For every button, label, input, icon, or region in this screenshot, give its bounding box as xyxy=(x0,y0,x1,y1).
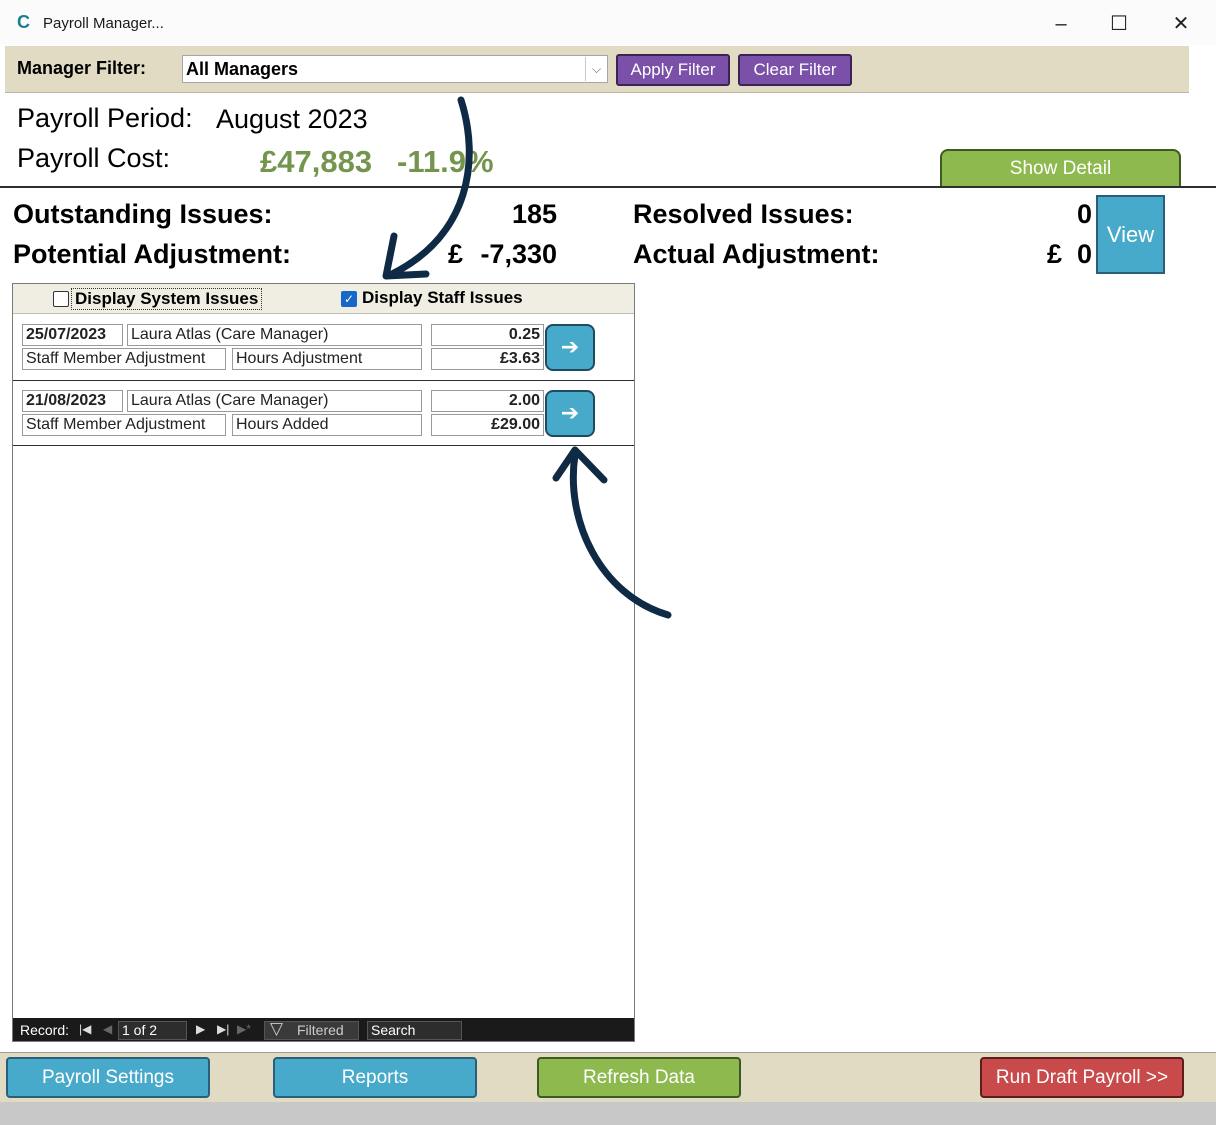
issue-person: Laura Atlas (Care Manager) xyxy=(127,390,422,412)
reports-button[interactable]: Reports xyxy=(273,1057,477,1098)
new-record-icon[interactable]: ▶* xyxy=(237,1022,251,1036)
display-staff-issues-label[interactable]: Display Staff Issues xyxy=(362,288,523,308)
record-position-input[interactable]: 1 of 2 xyxy=(118,1021,187,1040)
potential-adjustment-value: -7,330 xyxy=(480,239,557,269)
payroll-settings-button[interactable]: Payroll Settings xyxy=(6,1057,210,1098)
resolved-issues-value: 0 xyxy=(1076,199,1092,229)
issue-type: Hours Added xyxy=(232,414,422,436)
view-resolved-button[interactable]: View xyxy=(1096,195,1165,274)
issue-date: 25/07/2023 xyxy=(22,324,123,346)
actual-adjustment-label: Actual Adjustment: xyxy=(633,239,880,269)
issue-category: Staff Member Adjustment xyxy=(22,348,226,370)
chevron-down-icon[interactable]: ⌵ xyxy=(585,57,607,81)
close-button[interactable]: ✕ xyxy=(1161,10,1201,38)
issue-person: Laura Atlas (Care Manager) xyxy=(127,324,422,346)
maximize-button[interactable]: ☐ xyxy=(1099,10,1139,38)
open-issue-button[interactable]: ➔ xyxy=(545,324,595,371)
app-logo-icon: C xyxy=(17,12,30,32)
outstanding-issues-label: Outstanding Issues: xyxy=(13,199,273,229)
record-label: Record: xyxy=(20,1022,70,1038)
issue-date: 21/08/2023 xyxy=(22,390,123,412)
title-bar xyxy=(0,0,1216,45)
potential-adjustment-label: Potential Adjustment: xyxy=(13,239,292,269)
section-divider xyxy=(0,186,1216,188)
payroll-cost-value: £47,883 xyxy=(260,144,373,179)
payroll-cost-label: Payroll Cost: xyxy=(17,143,171,173)
manager-filter-value[interactable]: All Managers xyxy=(186,59,298,80)
issue-quantity: 0.25 xyxy=(431,324,544,346)
potential-adjustment-currency: £ xyxy=(447,239,463,269)
manager-filter-label: Manager Filter: xyxy=(17,58,147,78)
outstanding-issues-value: 185 xyxy=(511,199,557,229)
display-system-issues-label[interactable]: Display System Issues xyxy=(71,288,263,310)
window-title: Payroll Manager... xyxy=(43,15,164,32)
previous-record-icon[interactable]: ◀ xyxy=(103,1022,112,1036)
actual-adjustment-currency: £ xyxy=(1046,239,1062,269)
next-record-icon[interactable]: ▶ xyxy=(196,1022,205,1036)
filtered-label[interactable]: Filtered xyxy=(297,1022,344,1038)
show-detail-tab[interactable]: Show Detail xyxy=(940,149,1181,187)
payroll-period-value: August 2023 xyxy=(216,104,368,134)
payroll-period-label: Payroll Period: xyxy=(17,103,193,133)
minimize-button[interactable]: – xyxy=(1041,10,1081,38)
open-issue-button[interactable]: ➔ xyxy=(545,390,595,437)
actual-adjustment-value: 0 xyxy=(1076,239,1092,269)
clear-filter-button[interactable]: Clear Filter xyxy=(738,54,852,86)
display-staff-issues-checkbox[interactable]: ✓ xyxy=(341,291,357,307)
issue-amount: £29.00 xyxy=(431,414,544,436)
footer-strip xyxy=(0,1102,1216,1125)
issue-amount: £3.63 xyxy=(431,348,544,370)
issue-category: Staff Member Adjustment xyxy=(22,414,226,436)
apply-filter-button[interactable]: Apply Filter xyxy=(616,54,730,86)
resolved-issues-label: Resolved Issues: xyxy=(633,199,854,229)
display-system-issues-checkbox[interactable] xyxy=(53,291,69,307)
run-draft-payroll-button[interactable]: Run Draft Payroll >> xyxy=(980,1057,1184,1098)
refresh-data-button[interactable]: Refresh Data xyxy=(537,1057,741,1098)
issue-quantity: 2.00 xyxy=(431,390,544,412)
annotation-arrowhead-top xyxy=(382,232,430,280)
navigator-search-input[interactable]: Search xyxy=(367,1021,462,1040)
filter-icon: ▽ xyxy=(270,1019,284,1038)
first-record-icon[interactable]: |◀ xyxy=(79,1022,91,1036)
issue-type: Hours Adjustment xyxy=(232,348,422,370)
last-record-icon[interactable]: ▶| xyxy=(217,1022,229,1036)
payroll-cost-change: -11.9% xyxy=(397,144,494,179)
